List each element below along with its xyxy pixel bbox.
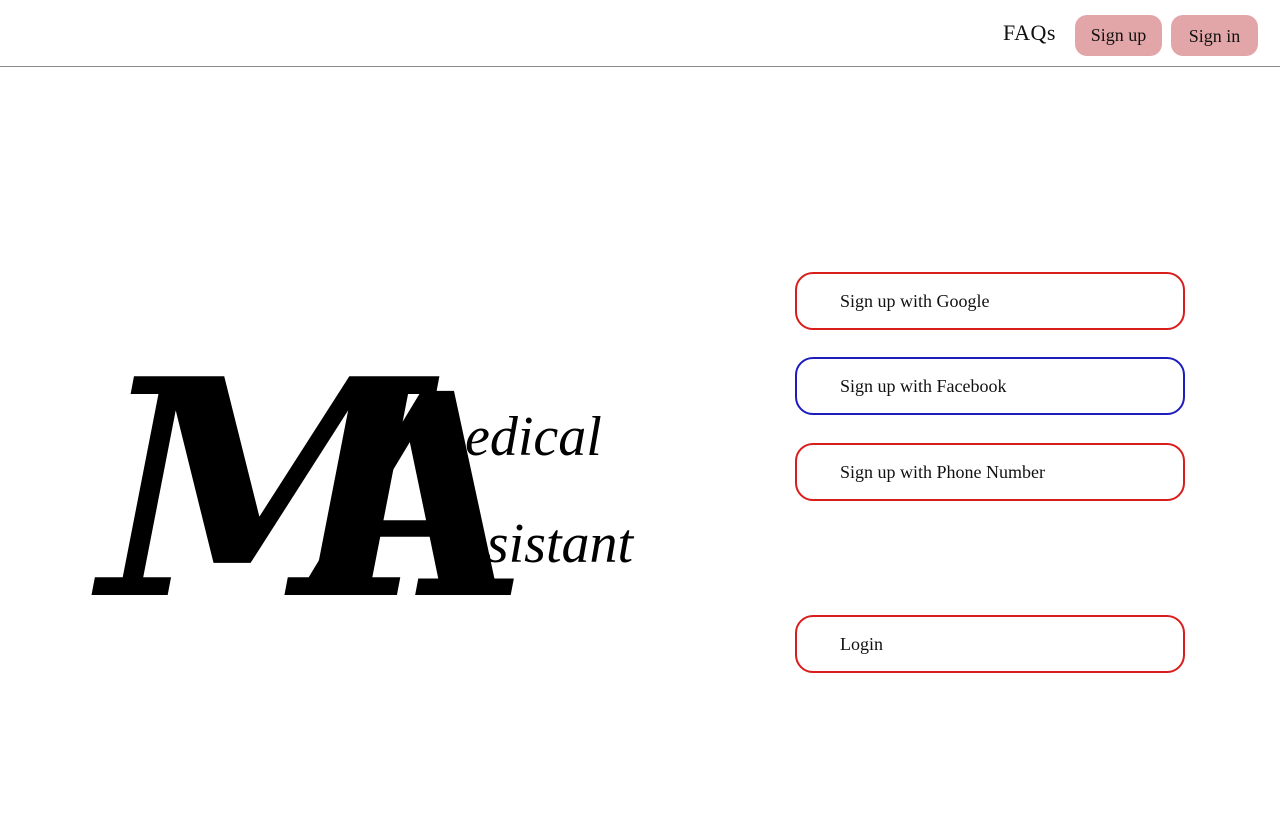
logo-word-ssistant: ssistant <box>465 513 634 575</box>
logo-word-edical: edical <box>465 406 602 468</box>
medical-assistant-logo: M A edical ssistant <box>91 313 690 666</box>
logo-wordmark: M A edical ssistant <box>91 313 635 666</box>
sign-in-button[interactable]: Sign in <box>1171 15 1258 56</box>
sign-up-with-phone-button[interactable]: Sign up with Phone Number <box>795 443 1185 501</box>
sign-up-with-facebook-button[interactable]: Sign up with Facebook <box>795 357 1185 415</box>
login-button[interactable]: Login <box>795 615 1185 673</box>
sign-up-with-google-button[interactable]: Sign up with Google <box>795 272 1185 330</box>
faqs-link[interactable]: FAQs <box>1003 20 1056 46</box>
top-navigation-bar: FAQs Sign up Sign in <box>0 0 1280 67</box>
sign-up-button[interactable]: Sign up <box>1075 15 1162 56</box>
logo-initial-a: A <box>288 333 527 662</box>
